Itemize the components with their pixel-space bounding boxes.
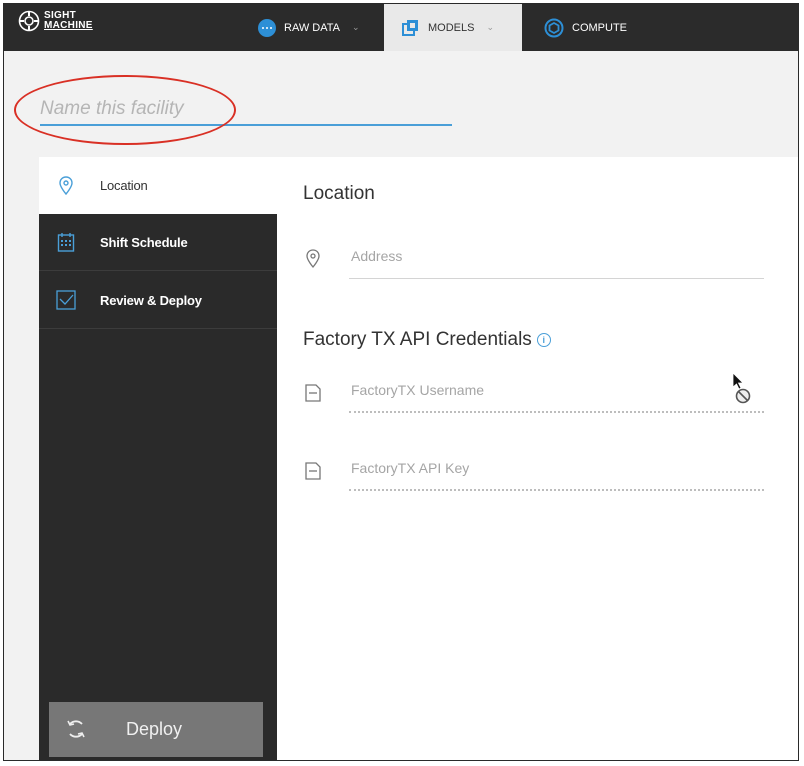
- info-icon[interactable]: i: [536, 332, 551, 347]
- deploy-button-label: Deploy: [126, 719, 183, 739]
- tab-raw-data-label: RAW DATA: [284, 21, 341, 34]
- api-key-field: [304, 451, 764, 491]
- sidebar-item-location[interactable]: Location: [39, 157, 277, 214]
- sidebar-item-label: Review & Deploy: [100, 292, 202, 308]
- compute-icon: [544, 18, 564, 37]
- gear-logo-icon: [18, 10, 40, 32]
- brand-logo[interactable]: SIGHT MACHINE: [18, 10, 93, 32]
- tab-models-label: MODELS: [428, 21, 475, 34]
- wizard-sidebar: Location Shift Schedule Review & Deploy …: [39, 157, 277, 760]
- username-field: [304, 373, 764, 413]
- map-pin-icon: [306, 249, 320, 268]
- tab-raw-data[interactable]: RAW DATA ⌄: [258, 4, 360, 51]
- calendar-icon: [55, 231, 77, 253]
- location-title: Location: [303, 183, 375, 204]
- sidebar-item-label: Location: [100, 178, 148, 193]
- checkbox-icon: [55, 289, 77, 311]
- address-field: [304, 239, 764, 279]
- username-underline: [349, 411, 764, 413]
- username-input[interactable]: [349, 381, 733, 399]
- tab-compute[interactable]: COMPUTE: [544, 4, 627, 51]
- document-icon: [305, 462, 321, 480]
- sidebar-item-shift-schedule[interactable]: Shift Schedule: [39, 214, 277, 271]
- map-pin-icon: [55, 175, 77, 197]
- document-icon: [305, 384, 321, 402]
- app-window: SIGHT MACHINE RAW DATA ⌄ MODELS ⌄ COMPUT…: [3, 3, 799, 761]
- models-icon: [402, 19, 418, 36]
- top-nav: SIGHT MACHINE RAW DATA ⌄ MODELS ⌄ COMPUT…: [4, 4, 798, 51]
- credentials-title-text: Factory TX API Credentials: [303, 329, 532, 350]
- chevron-down-icon: ⌄: [486, 22, 495, 32]
- credentials-title: Factory TX API Credentials i: [303, 329, 551, 351]
- brand-wordmark: SIGHT MACHINE: [44, 11, 93, 31]
- address-underline: [349, 278, 764, 279]
- deploy-button[interactable]: Deploy: [49, 702, 263, 757]
- api-key-input[interactable]: [349, 459, 733, 477]
- chevron-down-icon: ⌄: [352, 22, 360, 32]
- api-key-underline: [349, 489, 764, 491]
- raw-data-icon: [258, 18, 276, 37]
- refresh-icon: [67, 720, 85, 738]
- tab-models[interactable]: MODELS ⌄: [384, 4, 522, 51]
- facility-name-input[interactable]: [40, 96, 452, 126]
- main-panel: Location Factory TX API Credentials i: [277, 157, 798, 760]
- brand-line2: MACHINE: [44, 20, 93, 31]
- sidebar-item-review-deploy[interactable]: Review & Deploy: [39, 272, 277, 329]
- address-input[interactable]: [349, 247, 733, 265]
- tab-compute-label: COMPUTE: [572, 21, 627, 34]
- not-allowed-cursor-icon: [732, 372, 751, 404]
- sidebar-item-label: Shift Schedule: [100, 234, 188, 250]
